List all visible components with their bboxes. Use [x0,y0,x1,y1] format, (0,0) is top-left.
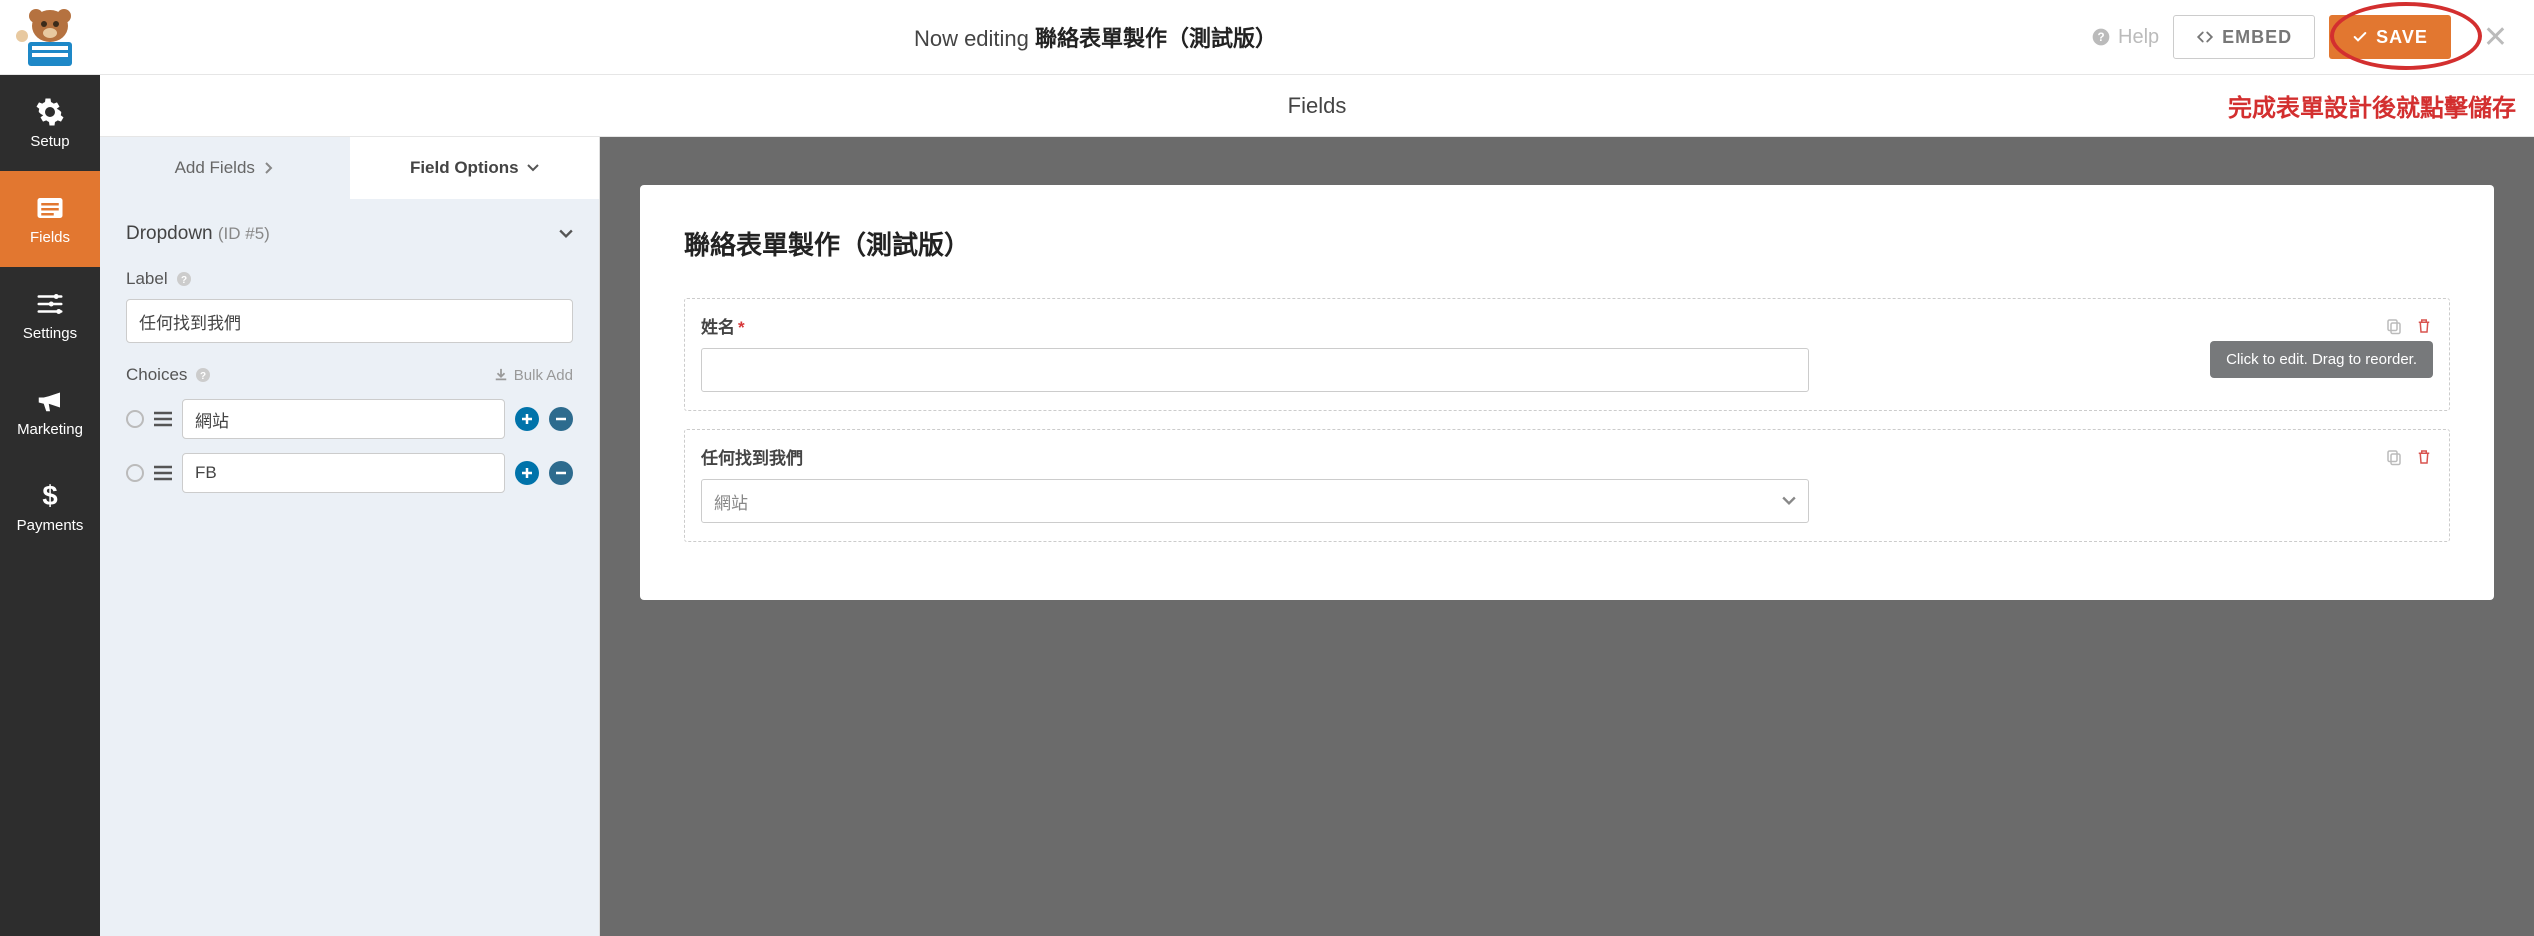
chevron-down-icon [1782,494,1796,508]
field-id: (ID #5) [218,224,270,243]
choice-remove-button[interactable] [549,407,573,431]
close-button[interactable]: ✕ [2477,20,2514,55]
chevron-down-icon [559,227,573,241]
nav-setup-label: Setup [30,133,69,150]
trash-icon[interactable] [2415,448,2433,466]
help-icon[interactable]: ? [176,271,192,287]
embed-button[interactable]: EMBED [2173,15,2315,59]
form-name: 聯絡表單製作（測試版） [1035,26,1277,51]
help-label: Help [2118,26,2159,49]
app-logo [0,6,100,68]
options-panel: Add Fields Field Options Dropdown [100,137,600,936]
save-label: SAVE [2376,27,2428,48]
choice-add-button[interactable] [515,461,539,485]
fields-header: Fields 完成表單設計後就點擊儲存 [100,75,2534,137]
preview-form-title: 聯絡表單製作（測試版） [684,225,2450,262]
wpforms-mascot-icon [14,6,86,68]
nav-setup[interactable]: Setup [0,75,100,171]
choice-input[interactable] [182,399,505,439]
plus-icon [521,467,533,479]
choice-row [126,453,573,493]
embed-label: EMBED [2222,27,2292,48]
annotation-text: 完成表單設計後就點擊儲存 [2228,88,2516,123]
chevron-right-icon [263,162,275,174]
bulk-add-link[interactable]: Bulk Add [494,367,573,384]
gear-icon [35,97,65,127]
svg-text:?: ? [181,275,187,286]
preview-select[interactable]: 網站 [701,479,1809,523]
choices-title: Choices [126,365,187,385]
preview-field-name[interactable]: 姓名* Click to edit. Drag to reorder. [684,298,2450,411]
tab-add-fields[interactable]: Add Fields [100,137,350,199]
help-icon[interactable]: ? [195,367,211,383]
nav-payments[interactable]: $ Payments [0,459,100,555]
panel-tabs: Add Fields Field Options [100,137,599,199]
fields-title: Fields [1288,93,1347,119]
edit-tooltip: Click to edit. Drag to reorder. [2210,341,2433,378]
editing-prefix: Now editing [914,26,1029,51]
top-bar: Now editing 聯絡表單製作（測試版） ? Help EMBED SAV… [0,0,2534,75]
dollar-icon: $ [35,481,65,511]
drag-handle-icon[interactable] [154,465,172,481]
plus-icon [521,413,533,425]
nav-settings[interactable]: Settings [0,267,100,363]
preview-select-value: 網站 [714,489,748,514]
minus-icon [555,467,567,479]
preview-field-label: 任何找到我們 [701,449,803,468]
choice-input[interactable] [182,453,505,493]
preview-text-input[interactable] [701,348,1809,392]
tab-field-options[interactable]: Field Options [350,137,600,199]
label-title: Label [126,269,168,289]
choices-option: Choices ? Bulk Add [126,365,573,493]
top-actions: ? Help EMBED SAVE ✕ [2091,15,2514,59]
field-options-header[interactable]: Dropdown (ID #5) [126,223,573,245]
trash-icon[interactable] [2415,317,2433,335]
sliders-icon [35,289,65,319]
minus-icon [555,413,567,425]
choice-add-button[interactable] [515,407,539,431]
nav-fields[interactable]: Fields [0,171,100,267]
svg-text:$: $ [42,481,57,511]
label-option: Label ? [126,269,573,343]
svg-text:?: ? [2097,31,2104,44]
drag-handle-icon[interactable] [154,411,172,427]
preview-card: 聯絡表單製作（測試版） 姓名* [640,185,2494,600]
preview-field-dropdown[interactable]: 任何找到我們 網站 [684,429,2450,542]
help-icon: ? [2091,27,2111,47]
choice-default-radio[interactable] [126,410,144,428]
field-type-name: Dropdown [126,223,213,244]
label-input[interactable] [126,299,573,343]
tab-add-label: Add Fields [175,158,255,178]
download-icon [494,368,508,382]
nav-marketing[interactable]: Marketing [0,363,100,459]
help-link[interactable]: ? Help [2091,26,2159,49]
chevron-down-icon [527,162,539,174]
svg-text:?: ? [200,371,206,382]
choice-remove-button[interactable] [549,461,573,485]
nav-fields-label: Fields [30,229,70,246]
list-icon [35,193,65,223]
choice-row [126,399,573,439]
bullhorn-icon [35,385,65,415]
nav-settings-label: Settings [23,325,77,342]
required-asterisk: * [738,318,745,337]
preview-field-label: 姓名 [701,318,735,337]
save-button[interactable]: SAVE [2329,15,2451,59]
tab-options-label: Field Options [410,158,519,178]
panel-body: Dropdown (ID #5) Label ? [100,199,599,936]
bulk-add-label: Bulk Add [514,367,573,384]
preview-area: 聯絡表單製作（測試版） 姓名* [600,137,2534,936]
page-title: Now editing 聯絡表單製作（測試版） [100,21,2091,53]
nav-marketing-label: Marketing [17,421,83,438]
check-icon [2352,29,2368,45]
code-icon [2196,28,2214,46]
duplicate-icon[interactable] [2385,317,2403,335]
duplicate-icon[interactable] [2385,448,2403,466]
choice-default-radio[interactable] [126,464,144,482]
left-nav: Setup Fields Settings Marketing $ Paymen… [0,75,100,936]
nav-payments-label: Payments [17,517,84,534]
